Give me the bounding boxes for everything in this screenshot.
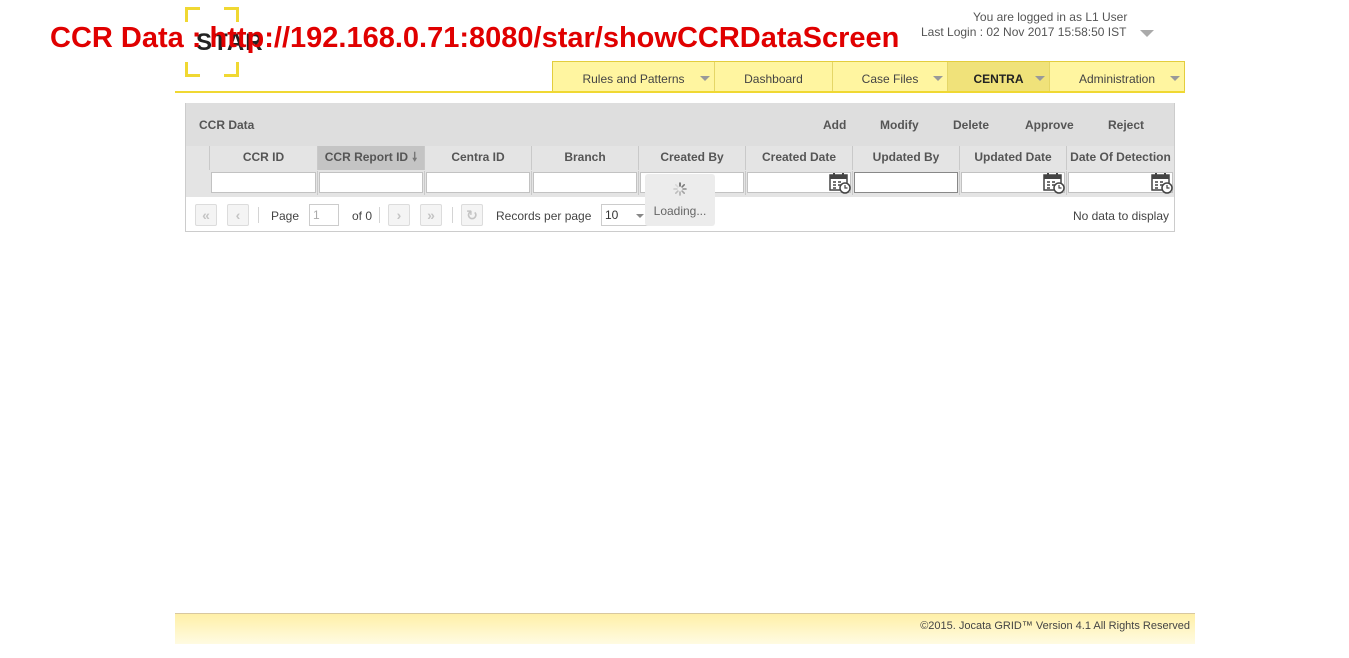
page-label: Page (271, 209, 300, 223)
nav-underline (175, 91, 1185, 93)
copyright-text: ©2015. Jocata GRID™ Version 4.1 All Righ… (920, 620, 1190, 632)
logo-corner (185, 7, 200, 22)
column-header-created-date[interactable]: Created Date (746, 146, 853, 170)
panel-header: CCR Data Add Modify Delete Approve Rejec… (186, 103, 1174, 146)
filter-cell (425, 171, 532, 195)
calendar-icon[interactable] (1043, 172, 1065, 194)
tab-label: Administration (1078, 72, 1156, 86)
chevron-down-icon (933, 76, 943, 81)
first-page-button[interactable]: « (195, 204, 217, 226)
user-menu-chevron-down-icon[interactable] (1140, 30, 1154, 37)
tab-label: Dashboard (744, 72, 803, 86)
modify-button[interactable]: Modify (880, 118, 919, 132)
spinner-icon (673, 182, 687, 196)
loading-text: Loading... (653, 204, 707, 218)
logo-corner (224, 62, 239, 77)
ccr-id-filter-input[interactable] (211, 172, 316, 193)
chevron-down-icon (700, 76, 710, 81)
pager-divider (452, 207, 453, 223)
column-header-branch[interactable]: Branch (532, 146, 639, 170)
last-page-button[interactable]: » (420, 204, 442, 226)
page-count-label: of 0 (352, 209, 373, 223)
column-header-updated-date[interactable]: Updated Date (960, 146, 1067, 170)
row-selector-header (186, 146, 210, 170)
column-header-label: CCR Report ID (324, 150, 409, 164)
chevron-down-icon (1170, 76, 1180, 81)
logged-in-text: You are logged in as L1 User (973, 10, 1128, 24)
filter-cell (960, 171, 1067, 195)
tab-rules-and-patterns[interactable]: Rules and Patterns (553, 62, 715, 92)
next-page-button[interactable]: › (388, 204, 410, 226)
centra-id-filter-input[interactable] (426, 172, 530, 193)
column-header-centra-id[interactable]: Centra ID (425, 146, 532, 170)
reject-button[interactable]: Reject (1108, 118, 1144, 132)
grid-header-row: CCR ID CCR Report ID 🠗 Centra ID Branch C… (186, 146, 1174, 170)
page-number-input[interactable]: 1 (309, 204, 339, 226)
add-button[interactable]: Add (823, 118, 846, 132)
filter-cell (532, 171, 639, 195)
previous-page-button[interactable]: ‹ (227, 204, 249, 226)
approve-button[interactable]: Approve (1025, 118, 1074, 132)
filter-cell (746, 171, 853, 195)
filter-cell (210, 171, 318, 195)
tab-label: Rules and Patterns (582, 72, 685, 86)
logo-corner (185, 62, 200, 77)
column-header-date-of-detection[interactable]: Date Of Detection (1067, 146, 1174, 170)
filter-cell (318, 171, 425, 195)
screen-url-caption: CCR Data : http://192.168.0.71:8080/star… (50, 22, 900, 54)
column-header-updated-by[interactable]: Updated By (853, 146, 960, 170)
sort-descending-icon: 🠗 (412, 150, 418, 164)
pager-divider (379, 207, 380, 223)
tab-centra[interactable]: CENTRA (948, 62, 1050, 92)
calendar-icon[interactable] (1151, 172, 1173, 194)
pager-divider (258, 207, 259, 223)
loading-indicator: Loading... (645, 174, 715, 226)
records-per-page-value: 10 (605, 208, 619, 222)
filter-cell (1067, 171, 1174, 195)
panel-title: CCR Data (199, 118, 255, 132)
calendar-icon[interactable] (829, 172, 851, 194)
tab-label: CENTRA (973, 72, 1024, 86)
main-nav: Rules and Patterns Dashboard Case Files … (552, 61, 1185, 92)
tab-dashboard[interactable]: Dashboard (715, 62, 833, 92)
refresh-button[interactable]: ↻ (461, 204, 483, 226)
chevron-down-icon (1035, 76, 1045, 81)
tab-label: Case Files (861, 72, 919, 86)
records-per-page-label: Records per page (496, 209, 592, 223)
filter-cell (853, 171, 960, 195)
no-data-message: No data to display (1072, 209, 1169, 223)
updated-by-filter-input[interactable] (854, 172, 958, 193)
tab-administration[interactable]: Administration (1050, 62, 1184, 92)
chevron-down-icon (636, 214, 644, 218)
last-login-text: Last Login : 02 Nov 2017 15:58:50 IST (921, 25, 1127, 39)
footer: ©2015. Jocata GRID™ Version 4.1 All Righ… (175, 613, 1195, 644)
delete-button[interactable]: Delete (953, 118, 989, 132)
ccr-report-id-filter-input[interactable] (319, 172, 423, 193)
tab-case-files[interactable]: Case Files (833, 62, 948, 92)
branch-filter-input[interactable] (533, 172, 637, 193)
records-per-page-select[interactable]: 10 (601, 204, 649, 226)
logo-corner (224, 7, 239, 22)
column-header-ccr-id[interactable]: CCR ID (210, 146, 318, 170)
column-header-created-by[interactable]: Created By (639, 146, 746, 170)
column-header-ccr-report-id[interactable]: CCR Report ID 🠗 (318, 146, 425, 170)
